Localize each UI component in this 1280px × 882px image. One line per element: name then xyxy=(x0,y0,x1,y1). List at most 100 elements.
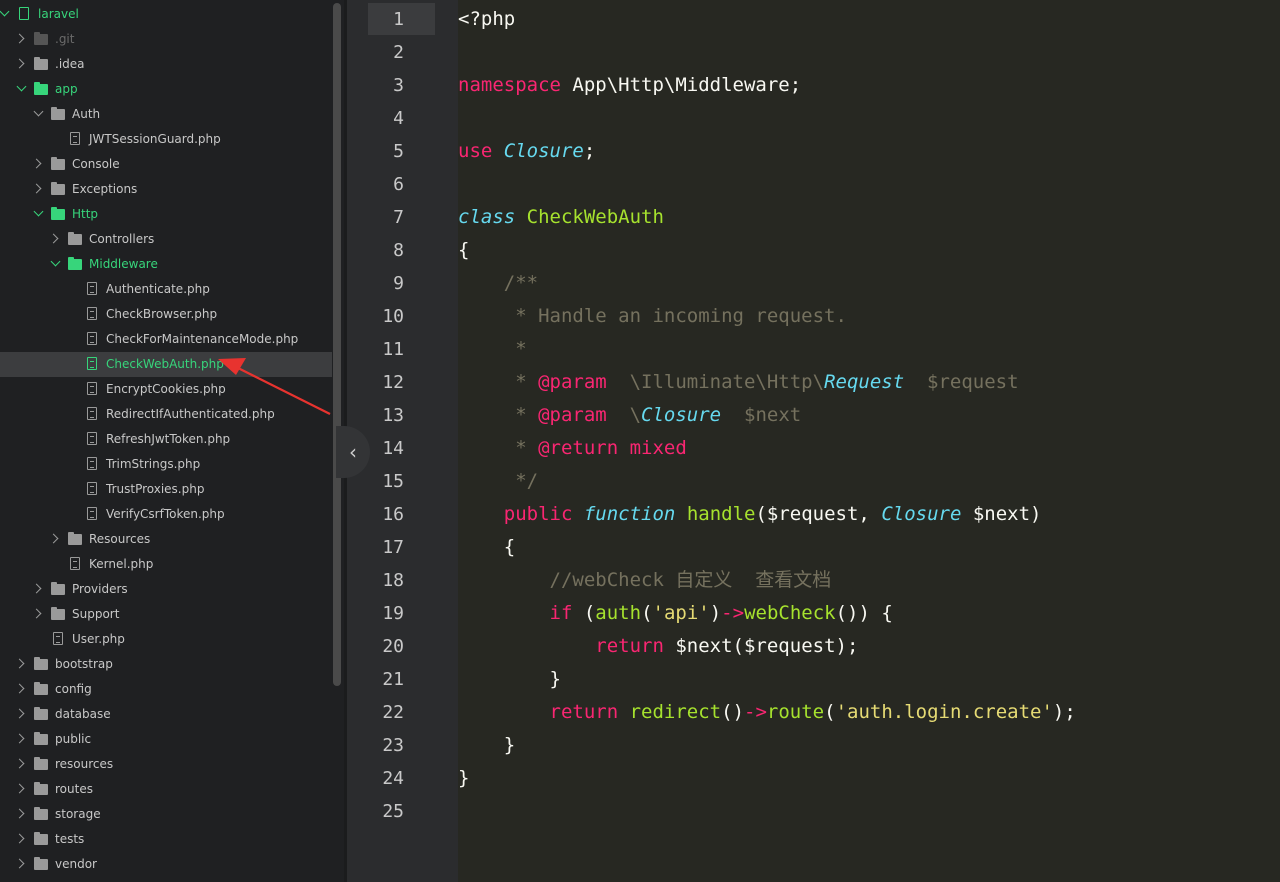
code-line[interactable]: { xyxy=(458,531,515,564)
sidebar-scrollbar[interactable] xyxy=(333,3,341,686)
chevron-down-icon[interactable] xyxy=(0,6,10,17)
tree-item-bootstrap[interactable]: bootstrap xyxy=(0,652,332,677)
line-number: 17 xyxy=(382,537,404,558)
chevron-right-icon[interactable] xyxy=(31,183,42,194)
chevron-right-icon[interactable] xyxy=(14,733,25,744)
tree-item-laravel[interactable]: laravel xyxy=(0,2,332,27)
chevron-right-icon[interactable] xyxy=(14,658,25,669)
code-line[interactable]: } xyxy=(458,663,561,696)
folder-icon xyxy=(51,207,65,220)
code-line[interactable]: return redirect()->route('auth.login.cre… xyxy=(458,696,1076,729)
tree-item-public[interactable]: public xyxy=(0,727,332,752)
chevron-right-icon[interactable] xyxy=(14,833,25,844)
code-line[interactable]: namespace App\Http\Middleware; xyxy=(458,69,801,102)
chevron-right-icon[interactable] xyxy=(14,858,25,869)
code-line[interactable]: * xyxy=(458,333,526,366)
chevron-right-icon[interactable] xyxy=(31,608,42,619)
tree-item-label: Auth xyxy=(72,107,101,121)
tree-item-config[interactable]: config xyxy=(0,677,332,702)
tree-item-label: JWTSessionGuard.php xyxy=(89,132,221,146)
tree-item-console[interactable]: Console xyxy=(0,152,332,177)
chevron-down-icon[interactable] xyxy=(16,81,27,92)
tree-item--git[interactable]: .git xyxy=(0,27,332,52)
file-icon xyxy=(87,407,97,420)
tree-item-encryptcookies-php[interactable]: EncryptCookies.php xyxy=(0,377,332,402)
tree-item-trimstrings-php[interactable]: TrimStrings.php xyxy=(0,452,332,477)
tree-item-checkwebauth-php[interactable]: CheckWebAuth.php xyxy=(0,352,332,377)
chevron-right-icon[interactable] xyxy=(14,683,25,694)
code-line[interactable]: * @param \Closure $next xyxy=(458,399,801,432)
tree-item-label: VerifyCsrfToken.php xyxy=(106,507,225,521)
code-line[interactable]: class CheckWebAuth xyxy=(458,201,664,234)
tree-item--idea[interactable]: .idea xyxy=(0,52,332,77)
tree-item-support[interactable]: Support xyxy=(0,602,332,627)
tree-item-providers[interactable]: Providers xyxy=(0,577,332,602)
tree-item-resources[interactable]: Resources xyxy=(0,527,332,552)
chevron-right-icon[interactable] xyxy=(14,758,25,769)
tree-item-http[interactable]: Http xyxy=(0,202,332,227)
chevron-right-icon[interactable] xyxy=(31,158,42,169)
chevron-right-icon[interactable] xyxy=(14,708,25,719)
tree-item-label: .idea xyxy=(55,57,85,71)
code-line[interactable]: public function handle($request, Closure… xyxy=(458,498,1042,531)
tree-item-auth[interactable]: Auth xyxy=(0,102,332,127)
code-line[interactable]: * @return mixed xyxy=(458,432,687,465)
chevron-right-icon[interactable] xyxy=(48,233,59,244)
chevron-right-icon[interactable] xyxy=(14,808,25,819)
code-line[interactable]: */ xyxy=(458,465,538,498)
tree-item-refreshjwttoken-php[interactable]: RefreshJwtToken.php xyxy=(0,427,332,452)
chevron-right-icon[interactable] xyxy=(14,58,25,69)
chevron-right-icon[interactable] xyxy=(14,33,25,44)
folder-icon xyxy=(34,807,48,820)
tree-item-controllers[interactable]: Controllers xyxy=(0,227,332,252)
line-number: 18 xyxy=(382,570,404,591)
tree-item-verifycsrftoken-php[interactable]: VerifyCsrfToken.php xyxy=(0,502,332,527)
code-line[interactable]: //webCheck 自定义 查看文档 xyxy=(458,564,832,597)
tree-item-redirectifauthenticated-php[interactable]: RedirectIfAuthenticated.php xyxy=(0,402,332,427)
tree-item-label: EncryptCookies.php xyxy=(106,382,226,396)
tree-item-user-php[interactable]: User.php xyxy=(0,627,332,652)
code-line[interactable]: } xyxy=(458,729,515,762)
tree-item-app[interactable]: app xyxy=(0,77,332,102)
code-token: ( xyxy=(641,602,653,624)
chevron-right-icon[interactable] xyxy=(31,583,42,594)
code-line[interactable]: * @param \Illuminate\Http\Request $reque… xyxy=(458,366,1018,399)
chevron-right-icon[interactable] xyxy=(48,533,59,544)
tree-item-tests[interactable]: tests xyxy=(0,827,332,852)
code-line[interactable]: /** xyxy=(458,267,538,300)
line-number: 4 xyxy=(393,108,404,129)
code-token: class xyxy=(458,206,516,228)
code-line[interactable]: * Handle an incoming request. xyxy=(458,300,847,333)
tree-item-label: Resources xyxy=(89,532,151,546)
code-line[interactable]: if (auth('api')->webCheck()) { xyxy=(458,597,893,630)
file-icon xyxy=(87,332,97,345)
tree-item-exceptions[interactable]: Exceptions xyxy=(0,177,332,202)
tree-item-resources[interactable]: resources xyxy=(0,752,332,777)
tree-item-checkformaintenancemode-php[interactable]: CheckForMaintenanceMode.php xyxy=(0,327,332,352)
tree-item-storage[interactable]: storage xyxy=(0,802,332,827)
code-line[interactable]: <?php xyxy=(458,3,515,36)
tree-item-kernel-php[interactable]: Kernel.php xyxy=(0,552,332,577)
tree-item-label: Http xyxy=(72,207,99,221)
tree-item-database[interactable]: database xyxy=(0,702,332,727)
tree-item-vendor[interactable]: vendor xyxy=(0,852,332,877)
tree-item-trustproxies-php[interactable]: TrustProxies.php xyxy=(0,477,332,502)
code-line[interactable]: { xyxy=(458,234,469,267)
code-token: @param xyxy=(538,371,607,393)
chevron-down-icon[interactable] xyxy=(50,256,61,267)
code-line[interactable]: } xyxy=(458,762,469,795)
tree-item-middleware[interactable]: Middleware xyxy=(0,252,332,277)
tree-item-routes[interactable]: routes xyxy=(0,777,332,802)
folder-icon xyxy=(34,82,48,95)
code-token: 'auth.login.create' xyxy=(835,701,1053,723)
chevron-down-icon[interactable] xyxy=(33,106,44,117)
code-line[interactable]: use Closure; xyxy=(458,135,595,168)
tree-item-authenticate-php[interactable]: Authenticate.php xyxy=(0,277,332,302)
tree-item-jwtsessionguard-php[interactable]: JWTSessionGuard.php xyxy=(0,127,332,152)
code-line[interactable]: return $next($request); xyxy=(458,630,858,663)
tree-item-checkbrowser-php[interactable]: CheckBrowser.php xyxy=(0,302,332,327)
chevron-down-icon[interactable] xyxy=(33,206,44,217)
chevron-right-icon[interactable] xyxy=(14,783,25,794)
